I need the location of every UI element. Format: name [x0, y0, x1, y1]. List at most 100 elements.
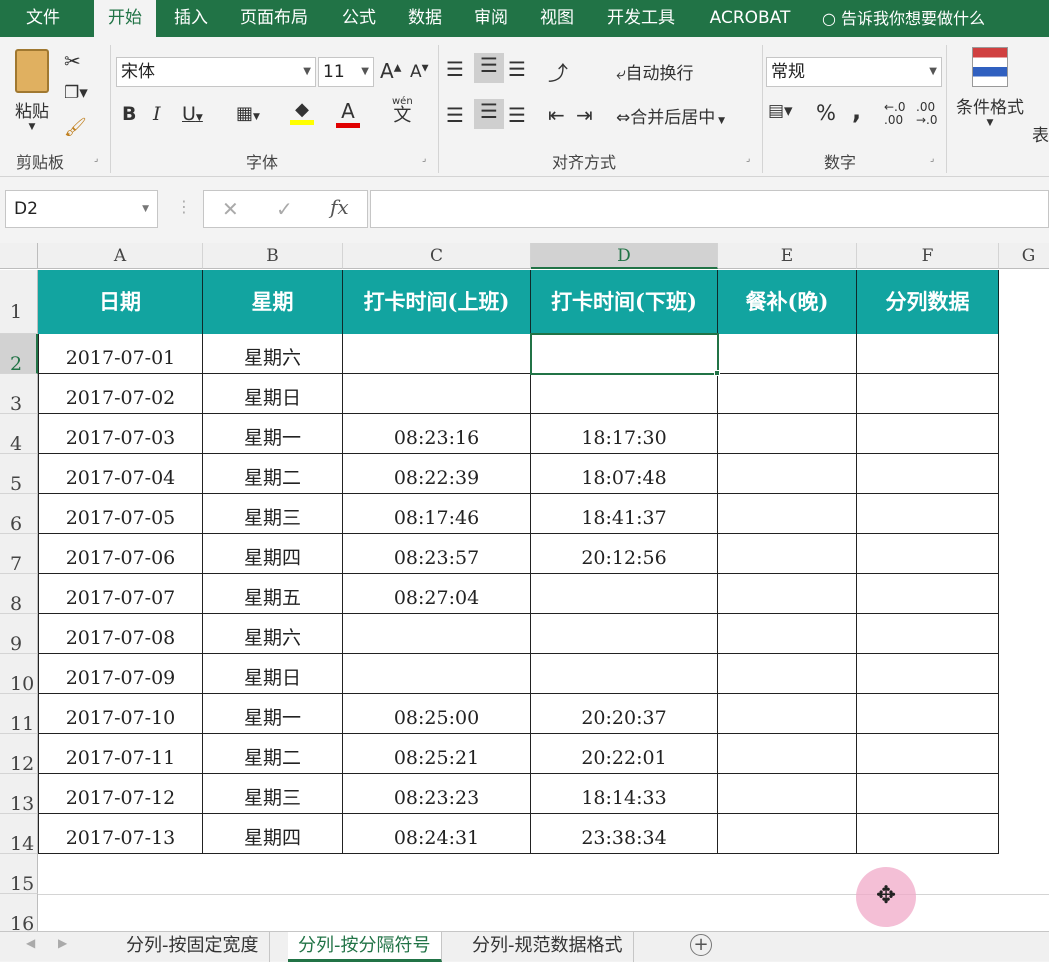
comma-button[interactable]: ,: [852, 97, 861, 125]
conditional-formatting-button[interactable]: 条件格式 ▼: [952, 47, 1028, 128]
table-cell[interactable]: [857, 694, 999, 734]
align-middle-icon[interactable]: ☰: [474, 53, 504, 83]
header-cell[interactable]: 餐补(晚): [718, 270, 857, 334]
table-cell[interactable]: 08:23:57: [343, 534, 531, 574]
format-as-table-button[interactable]: 表: [1032, 121, 1049, 146]
header-cell[interactable]: 星期: [203, 270, 343, 334]
table-cell[interactable]: 20:22:01: [531, 734, 718, 774]
tab-home[interactable]: 开始: [94, 0, 156, 40]
alignment-launcher-icon[interactable]: ⌟: [746, 154, 756, 164]
table-cell[interactable]: [718, 694, 857, 734]
row-header-12[interactable]: 12: [0, 734, 38, 775]
table-cell[interactable]: 20:12:56: [531, 534, 718, 574]
row-header-10[interactable]: 10: [0, 654, 38, 695]
table-cell[interactable]: 2017-07-09: [38, 654, 203, 694]
table-cell[interactable]: [718, 734, 857, 774]
cancel-button[interactable]: ✕: [222, 197, 239, 221]
table-cell[interactable]: 08:17:46: [343, 494, 531, 534]
tab-review[interactable]: 审阅: [462, 0, 520, 37]
table-cell[interactable]: 星期三: [203, 494, 343, 534]
font-name-combo[interactable]: 宋体 ▼: [116, 57, 316, 87]
table-cell[interactable]: [857, 454, 999, 494]
table-cell[interactable]: 星期四: [203, 534, 343, 574]
clipboard-launcher-icon[interactable]: ⌟: [94, 154, 104, 164]
table-cell[interactable]: 2017-07-04: [38, 454, 203, 494]
table-cell[interactable]: 08:22:39: [343, 454, 531, 494]
table-cell[interactable]: [857, 614, 999, 654]
align-right-icon[interactable]: ☰: [508, 103, 526, 127]
formula-input[interactable]: [370, 190, 1049, 228]
table-cell[interactable]: 星期一: [203, 414, 343, 454]
table-cell[interactable]: [718, 774, 857, 814]
decrease-indent-icon[interactable]: ⇤: [548, 103, 565, 127]
decrease-decimal-icon[interactable]: .00 →.0: [916, 101, 938, 127]
column-header-b[interactable]: B: [203, 243, 343, 269]
table-cell[interactable]: 2017-07-05: [38, 494, 203, 534]
add-sheet-button[interactable]: +: [690, 934, 712, 956]
table-cell[interactable]: [531, 574, 718, 614]
table-cell[interactable]: 20:20:37: [531, 694, 718, 734]
row-header-16[interactable]: 16: [0, 894, 38, 931]
table-cell[interactable]: 星期二: [203, 454, 343, 494]
table-cell[interactable]: [718, 614, 857, 654]
column-header-a[interactable]: A: [38, 243, 203, 269]
table-cell[interactable]: [718, 454, 857, 494]
align-bottom-icon[interactable]: ☰: [508, 57, 526, 81]
row-header-14[interactable]: 14: [0, 814, 38, 855]
scroll-right-icon[interactable]: ▶: [58, 936, 67, 950]
increase-decimal-icon[interactable]: ←.0.00: [884, 101, 906, 127]
tab-formulas[interactable]: 公式: [330, 0, 388, 37]
table-cell[interactable]: 18:14:33: [531, 774, 718, 814]
column-header-c[interactable]: C: [343, 243, 531, 269]
table-cell[interactable]: 2017-07-12: [38, 774, 203, 814]
table-cell[interactable]: 2017-07-02: [38, 374, 203, 414]
tab-acrobat[interactable]: ACROBAT: [698, 0, 802, 37]
row-header-2[interactable]: 2: [0, 334, 38, 375]
format-painter-icon[interactable]: 🖌: [64, 117, 87, 138]
row-header-15[interactable]: 15: [0, 854, 38, 895]
row-header-9[interactable]: 9: [0, 614, 38, 655]
table-cell[interactable]: [857, 374, 999, 414]
name-box[interactable]: D2 ▼: [5, 190, 158, 228]
table-cell[interactable]: [718, 494, 857, 534]
row-header-6[interactable]: 6: [0, 494, 38, 535]
table-cell[interactable]: [857, 654, 999, 694]
row-header-7[interactable]: 7: [0, 534, 38, 575]
table-cell[interactable]: 18:41:37: [531, 494, 718, 534]
table-cell[interactable]: [857, 534, 999, 574]
table-cell[interactable]: 18:07:48: [531, 454, 718, 494]
tab-file[interactable]: 文件: [10, 0, 76, 37]
table-cell[interactable]: 08:25:00: [343, 694, 531, 734]
table-cell[interactable]: 23:38:34: [531, 814, 718, 854]
accounting-format-icon[interactable]: ▤▾: [768, 101, 793, 121]
header-cell[interactable]: 日期: [38, 270, 203, 334]
tab-view[interactable]: 视图: [528, 0, 586, 37]
tell-me-box[interactable]: ○ 告诉我你想要做什么: [822, 0, 985, 37]
italic-button[interactable]: I: [153, 103, 161, 125]
table-cell[interactable]: 2017-07-10: [38, 694, 203, 734]
table-cell[interactable]: [857, 414, 999, 454]
table-cell[interactable]: [718, 654, 857, 694]
header-cell[interactable]: 打卡时间(上班): [343, 270, 531, 334]
table-cell[interactable]: 08:24:31: [343, 814, 531, 854]
table-cell[interactable]: [857, 814, 999, 854]
number-launcher-icon[interactable]: ⌟: [930, 154, 940, 164]
table-cell[interactable]: 2017-07-07: [38, 574, 203, 614]
table-cell[interactable]: 2017-07-06: [38, 534, 203, 574]
orientation-icon[interactable]: ⤴: [548, 57, 568, 86]
table-cell[interactable]: [718, 814, 857, 854]
fill-color-button[interactable]: ◆: [290, 99, 314, 125]
increase-indent-icon[interactable]: ⇥: [576, 103, 593, 127]
font-launcher-icon[interactable]: ⌟: [422, 154, 432, 164]
table-cell[interactable]: [718, 374, 857, 414]
row-header-5[interactable]: 5: [0, 454, 38, 495]
table-cell[interactable]: 2017-07-11: [38, 734, 203, 774]
table-cell[interactable]: [343, 374, 531, 414]
enter-button[interactable]: ✓: [276, 197, 293, 221]
cut-icon[interactable]: ✂: [64, 49, 81, 73]
column-header-e[interactable]: E: [718, 243, 857, 269]
underline-button[interactable]: U▼: [182, 103, 203, 125]
column-header-d[interactable]: D: [531, 243, 718, 269]
tab-developer[interactable]: 开发工具: [596, 0, 686, 37]
row-header-8[interactable]: 8: [0, 574, 38, 615]
